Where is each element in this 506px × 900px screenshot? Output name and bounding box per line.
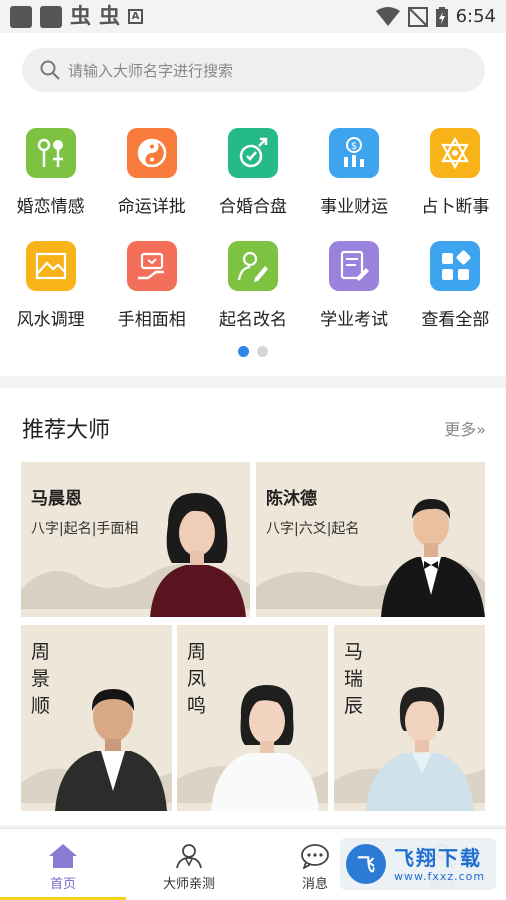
name-pen-icon: [227, 241, 278, 291]
page-dot-active[interactable]: [238, 346, 249, 357]
category-study-exam[interactable]: 学业考试: [304, 241, 405, 330]
master-tags: 八字|六爻|起名: [266, 521, 360, 537]
page-dot[interactable]: [257, 346, 268, 357]
money-chart-icon: $: [329, 128, 380, 178]
page-indicator: [0, 346, 506, 357]
recommended-masters-section: 推荐大师 更多» 马晨恩 八字|起名|手面相 陈沐德 八字|六爻|起名 周景顺: [0, 388, 506, 825]
category-marriage-love[interactable]: 婚恋情感: [0, 128, 101, 217]
category-label: 手相面相: [117, 310, 186, 330]
category-fengshui[interactable]: 风水调理: [0, 241, 101, 330]
master-card[interactable]: 周凤鸣: [177, 625, 328, 811]
bug-icon: 虫: [70, 4, 91, 28]
master-photo: [211, 685, 319, 811]
category-label: 事业财运: [320, 197, 389, 217]
notification-icon: [10, 5, 32, 28]
master-name: 马晨恩: [31, 489, 82, 509]
category-label: 风水调理: [16, 310, 85, 330]
watermark-logo-icon: 飞: [346, 844, 386, 884]
category-fortune[interactable]: 命运详批: [101, 128, 202, 217]
nav-label: 消息: [301, 877, 328, 892]
category-label: 学业考试: [320, 310, 389, 330]
watermark-brand: 飞翔下载: [394, 845, 482, 870]
nav-label: 首页: [49, 877, 76, 892]
message-icon: [301, 844, 329, 869]
category-divination[interactable]: 占卜断事: [405, 128, 506, 217]
status-bar: 虫 虫 A 6:54: [0, 0, 506, 33]
master-name: 周凤鸣: [187, 641, 207, 717]
search-area: 请输入大师名字进行搜索: [0, 33, 506, 108]
category-marriage-match[interactable]: 合婚合盘: [202, 128, 303, 217]
category-label: 合婚合盘: [218, 197, 287, 217]
watermark: 飞 飞翔下载 www.fxxz.com: [340, 838, 496, 890]
category-label: 婚恋情感: [16, 197, 85, 217]
master-tags: 八字|起名|手面相: [31, 521, 139, 537]
nav-home[interactable]: 首页: [0, 829, 126, 900]
wifi-icon: [375, 6, 400, 26]
bug-icon: 虫: [99, 4, 120, 28]
category-label: 起名改名: [218, 310, 287, 330]
no-signal-icon: [407, 6, 428, 27]
master-name: 周景顺: [31, 641, 51, 717]
landscape-icon: [25, 241, 76, 291]
watermark-url: www.fxxz.com: [394, 869, 486, 883]
category-label: 命运详批: [117, 197, 186, 217]
svg-text:$: $: [351, 141, 357, 152]
category-view-all[interactable]: 查看全部: [405, 241, 506, 330]
category-label: 占卜断事: [421, 197, 490, 217]
keyboard-a-icon: A: [128, 9, 143, 24]
nav-label: 大师亲测: [162, 877, 215, 892]
marriage-ring-icon: [227, 128, 278, 178]
category-panel: 婚恋情感 命运详批 合婚合盘 $ 事业财运 占卜断事 风水调理 手相面相 起名改…: [0, 108, 506, 376]
master-card[interactable]: 马瑞辰: [334, 625, 485, 811]
master-card[interactable]: 陈沐德 八字|六爻|起名: [256, 462, 485, 617]
notification-icon: [40, 5, 62, 28]
section-title: 推荐大师: [22, 418, 111, 443]
battery-charging-icon: [435, 6, 448, 27]
love-tree-icon: [25, 128, 76, 178]
nav-master-test[interactable]: 大师亲测: [126, 829, 252, 900]
exam-paper-icon: [329, 241, 380, 291]
yin-yang-icon: [126, 128, 177, 178]
master-icon: [176, 844, 202, 869]
category-label: 查看全部: [421, 310, 490, 330]
category-palm-face[interactable]: 手相面相: [101, 241, 202, 330]
master-photo: [381, 499, 485, 617]
master-name: 陈沐德: [266, 489, 317, 509]
master-photo: [55, 689, 167, 811]
palm-icon: [126, 241, 177, 291]
search-input[interactable]: 请输入大师名字进行搜索: [22, 48, 485, 92]
search-icon: [40, 60, 60, 80]
all-grid-icon: [430, 241, 481, 291]
home-icon: [49, 844, 77, 868]
more-link[interactable]: 更多»: [444, 416, 486, 440]
category-grid: 婚恋情感 命运详批 合婚合盘 $ 事业财运 占卜断事 风水调理 手相面相 起名改…: [0, 128, 506, 330]
master-card[interactable]: 马晨恩 八字|起名|手面相: [21, 462, 250, 617]
category-career-wealth[interactable]: $ 事业财运: [304, 128, 405, 217]
master-photo: [150, 493, 246, 617]
search-placeholder: 请输入大师名字进行搜索: [68, 61, 234, 80]
master-card[interactable]: 周景顺: [21, 625, 172, 811]
master-photo: [366, 687, 474, 811]
category-naming[interactable]: 起名改名: [202, 241, 303, 330]
clock: 6:54: [455, 6, 496, 27]
hexagram-icon: [430, 128, 481, 178]
